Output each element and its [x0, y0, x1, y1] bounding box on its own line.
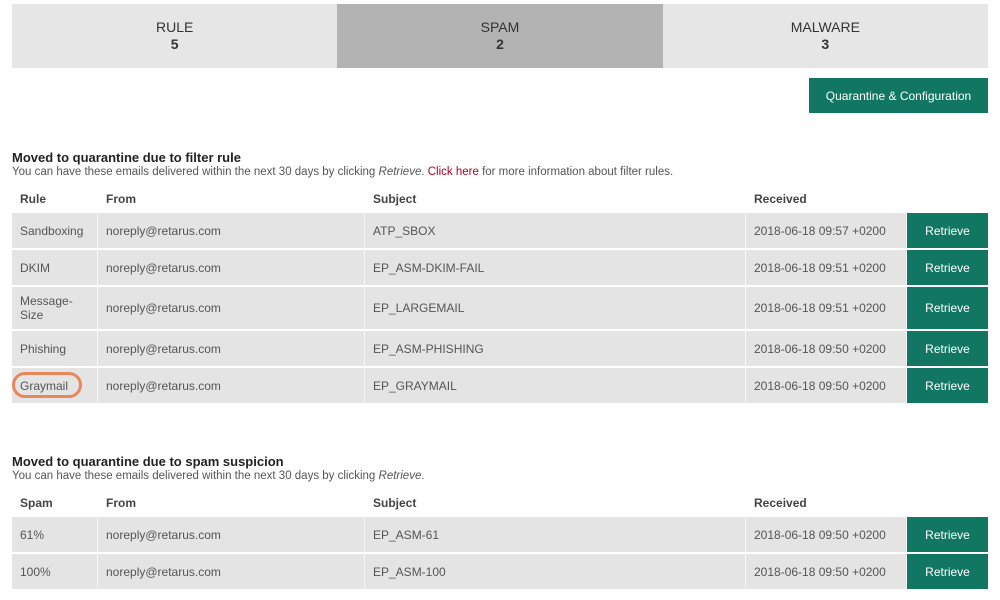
- tab-malware-label: MALWARE: [790, 19, 860, 35]
- from-cell: noreply@retarus.com: [98, 368, 365, 403]
- tab-spam[interactable]: SPAM 2: [337, 4, 663, 68]
- tab-rule[interactable]: RULE 5: [12, 4, 338, 68]
- spam-desc-prefix: You can have these emails delivered with…: [12, 470, 379, 482]
- from-cell: noreply@retarus.com: [98, 287, 365, 329]
- tab-rule-label: RULE: [155, 19, 194, 35]
- col-header-received: Received: [754, 496, 807, 510]
- spam-score-cell: 61%: [12, 517, 98, 552]
- retrieve-cell: Retrieve: [907, 287, 988, 329]
- col-header-action: [907, 495, 988, 515]
- tab-spam-label: SPAM: [480, 19, 520, 35]
- rule-desc-prefix: You can have these emails delivered with…: [12, 166, 379, 178]
- retrieve-button[interactable]: Retrieve: [907, 554, 988, 589]
- retrieve-cell: Retrieve: [907, 368, 988, 403]
- retrieve-cell: Retrieve: [907, 554, 988, 589]
- from-cell: noreply@retarus.com: [98, 517, 365, 552]
- rule-quarantine-section: Moved to quarantine due to filter rule Y…: [12, 151, 988, 405]
- subject-cell: EP_ASM-PHISHING: [365, 331, 746, 366]
- rule-cell: Phishing: [12, 331, 98, 366]
- table-row: DKIM noreply@retarus.com EP_ASM-DKIM-FAI…: [12, 250, 988, 285]
- received-cell: 2018-06-18 09:50 +0200: [746, 368, 907, 403]
- from-cell: noreply@retarus.com: [98, 554, 365, 589]
- retrieve-cell: Retrieve: [907, 213, 988, 248]
- table-row: 100% noreply@retarus.com EP_ASM-100 2018…: [12, 554, 988, 589]
- retrieve-button[interactable]: Retrieve: [907, 331, 988, 366]
- spam-quarantine-table: Spam From Subject Received 61% noreply@r…: [12, 493, 988, 591]
- col-header-received: Received: [754, 192, 807, 206]
- spam-section-description: You can have these emails delivered with…: [12, 469, 988, 483]
- table-row: Sandboxing noreply@retarus.com ATP_SBOX …: [12, 213, 988, 248]
- retrieve-button[interactable]: Retrieve: [907, 517, 988, 552]
- tab-rule-count: 5: [170, 36, 179, 52]
- received-cell: 2018-06-18 09:57 +0200: [746, 213, 907, 248]
- retrieve-cell: Retrieve: [907, 250, 988, 285]
- subject-cell: EP_ASM-DKIM-FAIL: [365, 250, 746, 285]
- retrieve-button[interactable]: Retrieve: [907, 250, 988, 285]
- col-header-action: [907, 191, 988, 211]
- rule-cell: Sandboxing: [12, 213, 98, 248]
- rule-desc-suffix: for more information about filter rules.: [478, 166, 674, 178]
- spam-desc-action: Retrieve: [378, 470, 422, 482]
- tab-malware[interactable]: MALWARE 3: [662, 4, 988, 68]
- retrieve-cell: Retrieve: [907, 517, 988, 552]
- rule-cell: Message-Size: [12, 287, 98, 329]
- from-cell: noreply@retarus.com: [98, 331, 365, 366]
- rule-cell: DKIM: [12, 250, 98, 285]
- col-header-from: From: [106, 192, 136, 206]
- subject-cell: EP_LARGEMAIL: [365, 287, 746, 329]
- retrieve-button[interactable]: Retrieve: [907, 287, 988, 329]
- table-row: Graymail noreply@retarus.com EP_GRAYMAIL…: [12, 368, 988, 403]
- rule-section-title: Moved to quarantine due to filter rule: [12, 150, 241, 165]
- rule-section-description: You can have these emails delivered with…: [12, 165, 988, 179]
- received-cell: 2018-06-18 09:50 +0200: [746, 517, 907, 552]
- from-cell: noreply@retarus.com: [98, 213, 365, 248]
- rule-cell-label: Graymail: [20, 378, 69, 393]
- rule-quarantine-table: Rule From Subject Received Sandboxing no…: [12, 189, 988, 405]
- table-row: Phishing noreply@retarus.com EP_ASM-PHIS…: [12, 331, 988, 366]
- click-here-link[interactable]: Click here: [428, 166, 479, 178]
- spam-score-cell: 100%: [12, 554, 98, 589]
- received-cell: 2018-06-18 09:51 +0200: [746, 287, 907, 329]
- spam-quarantine-section: Moved to quarantine due to spam suspicio…: [12, 455, 988, 591]
- subject-cell: EP_ASM-100: [365, 554, 746, 589]
- col-header-rule: Rule: [20, 192, 47, 206]
- received-cell: 2018-06-18 09:51 +0200: [746, 250, 907, 285]
- subject-cell: EP_ASM-61: [365, 517, 746, 552]
- col-header-spam: Spam: [20, 496, 53, 510]
- retrieve-cell: Retrieve: [907, 331, 988, 366]
- col-header-subject: Subject: [373, 496, 417, 510]
- table-row: 61% noreply@retarus.com EP_ASM-61 2018-0…: [12, 517, 988, 552]
- received-cell: 2018-06-18 09:50 +0200: [746, 331, 907, 366]
- quarantine-configuration-button[interactable]: Quarantine & Configuration: [809, 78, 988, 113]
- rule-desc-action: Retrieve: [378, 166, 422, 178]
- received-cell: 2018-06-18 09:50 +0200: [746, 554, 907, 589]
- col-header-from: From: [106, 496, 136, 510]
- tab-malware-count: 3: [821, 36, 830, 52]
- rule-cell-highlighted: Graymail: [12, 368, 98, 403]
- spam-section-title: Moved to quarantine due to spam suspicio…: [12, 454, 284, 469]
- summary-tabs: RULE 5 SPAM 2 MALWARE 3: [12, 4, 988, 68]
- from-cell: noreply@retarus.com: [98, 250, 365, 285]
- tab-spam-count: 2: [496, 36, 504, 52]
- retrieve-button[interactable]: Retrieve: [907, 368, 988, 403]
- spam-desc-suffix: .: [421, 470, 425, 482]
- table-row: Message-Size noreply@retarus.com EP_LARG…: [12, 287, 988, 329]
- subject-cell: ATP_SBOX: [365, 213, 746, 248]
- col-header-subject: Subject: [373, 192, 417, 206]
- retrieve-button[interactable]: Retrieve: [907, 213, 988, 248]
- subject-cell: EP_GRAYMAIL: [365, 368, 746, 403]
